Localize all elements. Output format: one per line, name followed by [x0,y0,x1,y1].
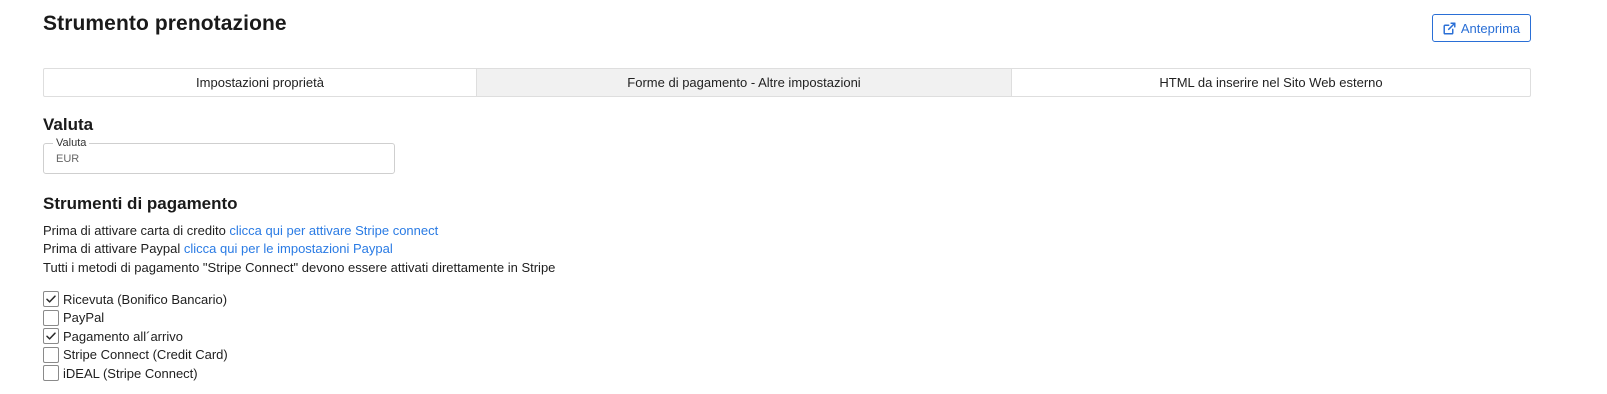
pay-on-arrival-checkbox[interactable] [43,328,59,345]
checkmark-icon [46,332,56,340]
currency-section-title: Valuta [43,115,94,134]
stripe-info-line: Prima di attivare carta di credito clicc… [43,223,438,238]
bank-transfer-checkbox[interactable] [43,291,59,308]
bank-transfer-label: Ricevuta (Bonifico Bancario) [63,291,228,307]
payment-method-paypal: PayPal [43,309,228,328]
stripe-card-checkbox[interactable] [43,346,59,363]
payment-method-ideal: iDEAL (Stripe Connect) [43,364,228,383]
preview-button[interactable]: Anteprima [1432,14,1531,42]
tab-payment-settings[interactable]: Forme di pagamento - Altre impostazioni [476,69,1011,96]
paypal-info-line: Prima di attivare Paypal clicca qui per … [43,241,393,256]
stripe-card-label: Stripe Connect (Credit Card) [63,347,228,363]
payment-method-bank-transfer: Ricevuta (Bonifico Bancario) [43,290,228,309]
external-link-icon [1443,21,1456,35]
checkmark-icon [46,295,56,303]
stripe-connect-link[interactable]: clicca qui per attivare Stripe connect [229,223,438,238]
currency-field: Valuta [43,137,395,174]
paypal-info-text: Prima di attivare Paypal [43,241,184,256]
payment-method-stripe-card: Stripe Connect (Credit Card) [43,346,228,365]
ideal-label: iDEAL (Stripe Connect) [63,365,198,381]
settings-tabs: Impostazioni proprietà Forme di pagament… [43,68,1531,97]
ideal-checkbox[interactable] [43,365,59,382]
stripe-info-text: Prima di attivare carta di credito [43,223,230,238]
pay-on-arrival-label: Pagamento all´arrivo [63,328,183,344]
preview-button-label: Anteprima [1460,20,1521,36]
tab-property-settings[interactable]: Impostazioni proprietà [44,69,476,96]
stripe-methods-note: Tutti i metodi di pagamento "Stripe Conn… [43,260,556,275]
currency-field-label: Valuta [53,137,90,150]
tab-external-html[interactable]: HTML da inserire nel Sito Web esterno [1011,69,1530,96]
page-title: Strumento prenotazione [43,12,287,35]
payment-section-title: Strumenti di pagamento [43,194,238,213]
payment-method-pay-on-arrival: Pagamento all´arrivo [43,327,228,346]
paypal-checkbox[interactable] [43,309,59,326]
currency-input[interactable] [56,153,376,165]
paypal-label: PayPal [63,310,105,326]
payment-methods-list: Ricevuta (Bonifico Bancario) PayPal Paga… [43,290,228,383]
paypal-settings-link[interactable]: clicca qui per le impostazioni Paypal [184,241,393,256]
